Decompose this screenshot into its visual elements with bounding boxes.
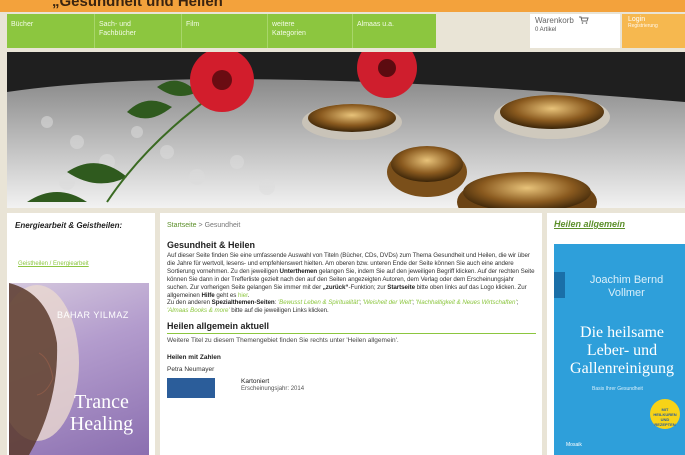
intro-text-part: geht es <box>214 291 238 299</box>
breadcrumb-current: Gesundheit <box>204 222 241 229</box>
special-topic-link[interactable]: 'Almaas Books & more' <box>167 307 230 314</box>
page-caption: „Gesundheit und Heilen <box>52 0 223 10</box>
product-thumbnail[interactable] <box>167 378 215 399</box>
main-content: Startseite > Gesundheit Gesundheit & Hei… <box>160 213 542 455</box>
nav-item-label: weitere Kategorien <box>272 21 306 37</box>
nav-item-almaas[interactable]: Almaas u.a. <box>353 14 436 48</box>
help-link[interactable]: hier <box>238 292 248 299</box>
login-label: Login <box>628 16 646 23</box>
hero-image <box>7 52 685 208</box>
book-series: Basis Ihrer Gesundheit <box>592 386 643 392</box>
intro-text-part: . <box>247 291 250 299</box>
intro-text-part: Zu den anderen <box>167 299 212 307</box>
nav-item-label: Almaas u.a. <box>357 21 394 28</box>
product-format: Kartoniert <box>241 378 270 386</box>
energy-work-link[interactable]: Geistheilen / Energiearbeit <box>7 231 155 267</box>
intro-text: Auf dieser Seite finden Sie eine umfasse… <box>167 252 536 315</box>
intro-text-part: -Funktion; zur <box>348 283 388 291</box>
left-sidebar: Energiearbeit & Geistheilen: Geistheilen… <box>7 213 155 455</box>
section-heading: Heilen allgemein aktuell <box>167 321 536 335</box>
right-sidebar: Heilen allgemein Joachim Bernd Vollmer D… <box>547 213 685 455</box>
product-title[interactable]: Heilen mit Zahlen <box>167 354 536 361</box>
nav-item-label: Sach- und Fachbücher <box>99 21 136 37</box>
intro-text-bold: „zurück“ <box>322 283 349 291</box>
intro-text-part: ; <box>516 299 519 307</box>
special-topic-link[interactable]: 'Weisheit der Welt' <box>363 299 413 306</box>
special-topic-link[interactable]: 'Nachhaltigkeit & Neues Wirtschaften' <box>416 299 517 306</box>
cart-label: Warenkorb <box>535 16 574 26</box>
book-author: Joachim Bernd Vollmer <box>589 274 664 299</box>
main-nav: Bücher Sach- und Fachbücher Film weitere… <box>7 14 436 48</box>
cart-count: 0 Artikel <box>535 27 557 33</box>
intro-text-bold: Spezialthemen-Seiten <box>211 299 275 307</box>
intro-text-bold: Hilfe <box>201 291 215 299</box>
right-sidebar-heading[interactable]: Heilen allgemein <box>554 219 685 229</box>
register-link[interactable]: Registrierung <box>628 23 679 29</box>
breadcrumb: Startseite > Gesundheit <box>167 222 536 229</box>
cart-button[interactable]: Warenkorb 0 Artikel <box>530 14 620 48</box>
book-cover-trance-healing[interactable]: BAHAR YILMAZ Trance Healing <box>9 283 149 455</box>
caption-strip: „Gesundheit und Heilen <box>0 0 685 12</box>
product-author: Petra Neumayer <box>167 366 215 374</box>
product-year: Erscheinungsjahr: 2014 <box>241 386 305 393</box>
intro-text-bold: Startseite <box>387 283 415 291</box>
cart-label-row: Warenkorb <box>535 16 615 26</box>
book-title: Trance Healing <box>69 391 134 435</box>
book-author: BAHAR YILMAZ <box>57 310 129 320</box>
book-badge: MIT HEILKUREN UND REZEPTEN <box>650 399 680 429</box>
nav-item-label: Bücher <box>11 21 34 28</box>
page-title: Gesundheit & Heilen <box>167 240 256 250</box>
nav-item-more-categories[interactable]: weitere Kategorien <box>268 14 353 48</box>
nav-item-books[interactable]: Bücher <box>7 14 95 48</box>
book-publisher: Mosaik <box>566 442 582 448</box>
breadcrumb-separator: > <box>196 222 205 229</box>
nav-item-film[interactable]: Film <box>182 14 268 48</box>
special-topic-link[interactable]: 'Bewusst Leben & Spiritualität' <box>278 299 359 306</box>
publisher-flag <box>554 272 565 298</box>
section-subtext: Weitere Titel zu diesem Themengebiet fin… <box>167 337 399 345</box>
shopping-cart-icon <box>579 16 589 26</box>
breadcrumb-home[interactable]: Startseite <box>167 222 197 229</box>
product-row: Kartoniert Erscheinungsjahr: 2014 <box>167 378 536 399</box>
intro-text-bold: Unterthemen <box>279 267 318 275</box>
nav-item-nonfiction[interactable]: Sach- und Fachbücher <box>95 14 182 48</box>
left-sidebar-heading: Energiearbeit & Geistheilen: <box>15 221 123 230</box>
book-title: Die heilsame Leber- und Gallenreinigung <box>570 324 674 377</box>
hero-illustration <box>7 52 685 208</box>
book-cover-leber-galle[interactable]: Joachim Bernd Vollmer Die heilsame Leber… <box>554 244 685 455</box>
login-button[interactable]: Login Registrierung <box>622 14 685 48</box>
nav-item-label: Film <box>186 21 200 28</box>
intro-text-part: bitte auf die jeweiligen Links klicken. <box>229 307 329 315</box>
